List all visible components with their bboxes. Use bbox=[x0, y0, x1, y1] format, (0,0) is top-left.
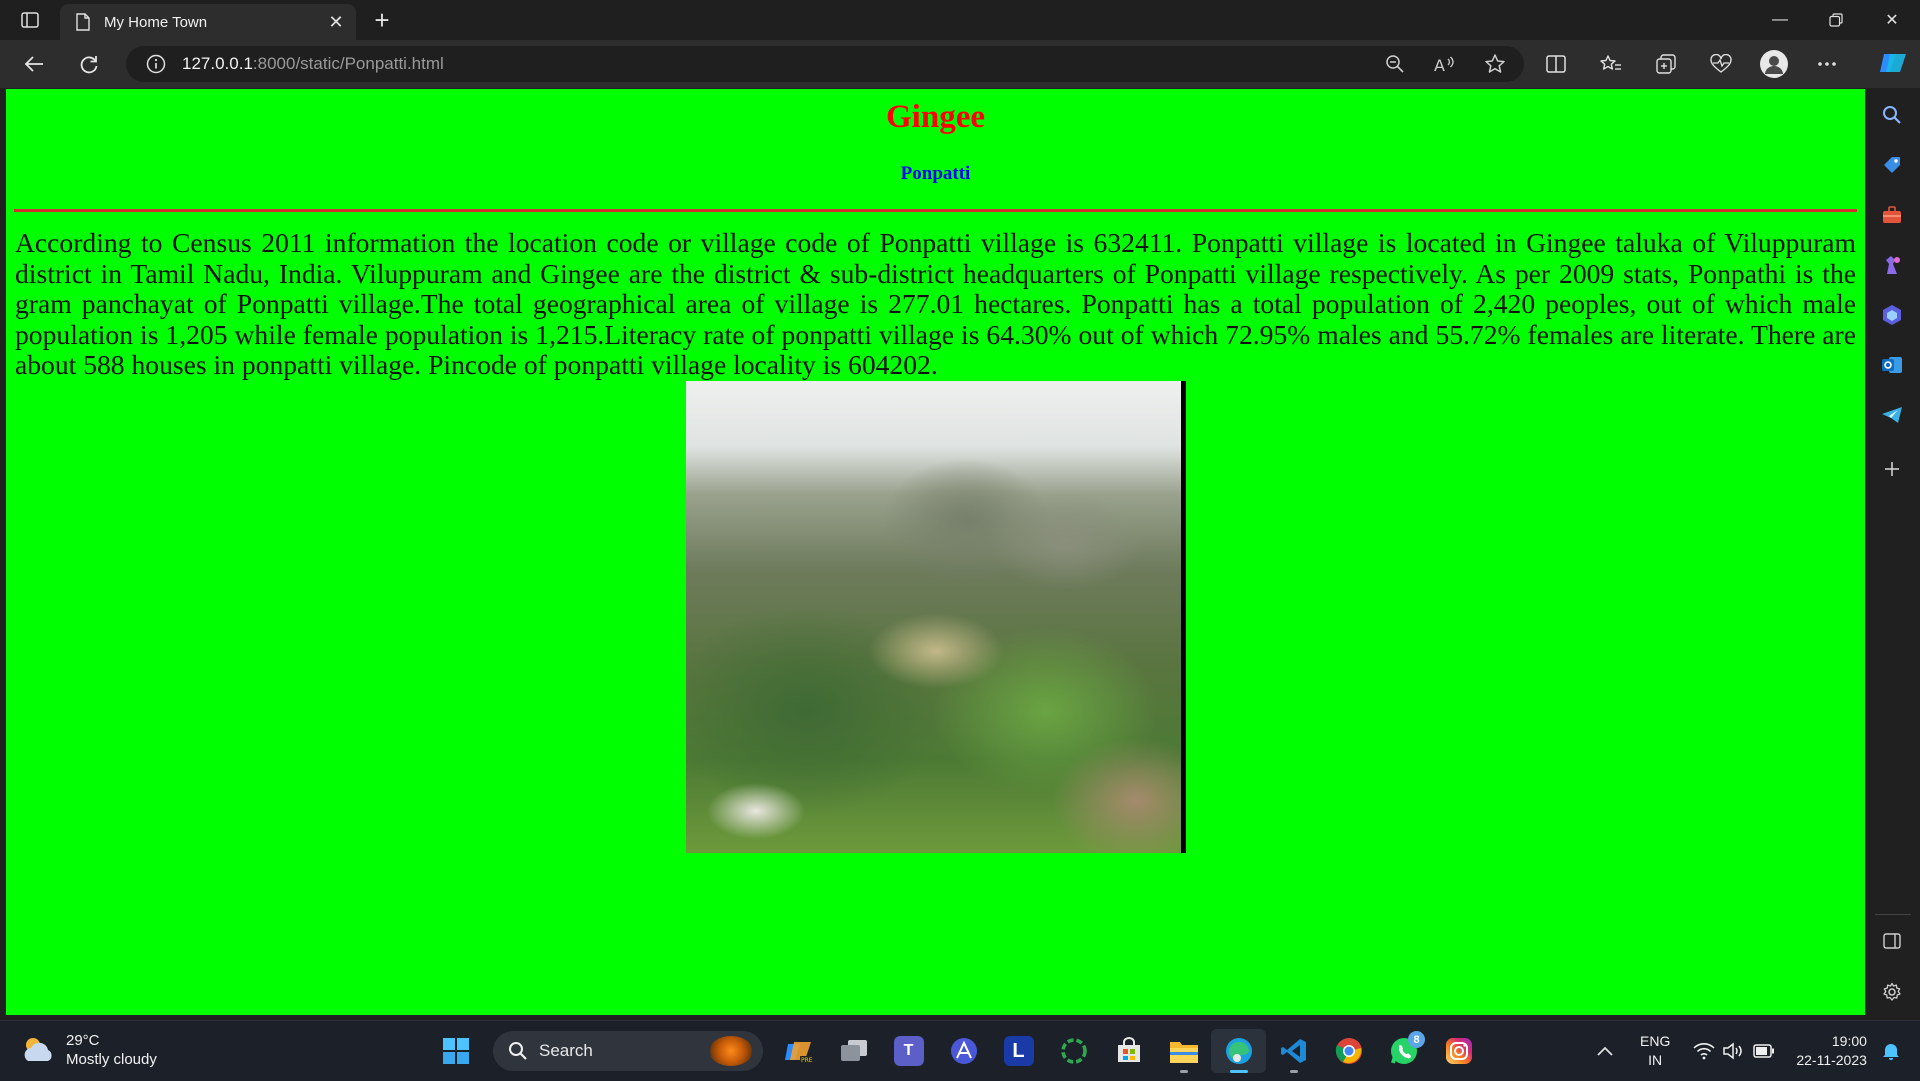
vscode-icon[interactable] bbox=[1266, 1029, 1321, 1073]
close-window-icon[interactable]: ✕ bbox=[1864, 0, 1920, 40]
browser-toolbar: 127.0.0.1:8000/static/Ponpatti.html A bbox=[0, 40, 1920, 88]
cloudy-icon bbox=[20, 1032, 56, 1068]
wifi-icon[interactable] bbox=[1692, 1039, 1716, 1063]
task-view-icon[interactable] bbox=[826, 1029, 881, 1073]
chrome-icon[interactable] bbox=[1321, 1029, 1376, 1073]
url-path: :8000/static/Ponpatti.html bbox=[252, 54, 444, 73]
file-explorer-icon[interactable] bbox=[1156, 1029, 1211, 1073]
edge-sidebar bbox=[1865, 89, 1920, 1015]
split-screen-icon[interactable] bbox=[1540, 48, 1572, 80]
edge-icon[interactable] bbox=[1211, 1029, 1266, 1073]
read-aloud-icon[interactable]: A bbox=[1430, 49, 1460, 79]
system-tray: ENG IN 19:00 22-11-2023 bbox=[1590, 1021, 1903, 1081]
volume-icon[interactable] bbox=[1722, 1039, 1746, 1063]
horizontal-rule bbox=[14, 209, 1857, 212]
refresh-app-icon[interactable] bbox=[1046, 1029, 1101, 1073]
browser-essentials-icon[interactable] bbox=[1705, 48, 1737, 80]
microsoft-365-icon[interactable] bbox=[1877, 300, 1907, 330]
url-host: 127.0.0.1 bbox=[182, 54, 253, 73]
search-icon bbox=[507, 1040, 529, 1062]
notification-badge: 8 bbox=[1408, 1031, 1425, 1048]
new-tab-button[interactable]: + bbox=[366, 5, 398, 35]
tab-my-home-town[interactable]: My Home Town ✕ bbox=[60, 4, 356, 40]
favorite-star-icon[interactable] bbox=[1480, 49, 1510, 79]
weather-temperature: 29°C bbox=[66, 1032, 100, 1049]
village-description: According to Census 2011 information the… bbox=[15, 227, 1856, 381]
more-icon[interactable] bbox=[1811, 48, 1843, 80]
chevron-up-icon[interactable] bbox=[1590, 1036, 1620, 1066]
favorites-icon[interactable] bbox=[1595, 48, 1627, 80]
sidebar-separator bbox=[1875, 914, 1911, 915]
telegram-icon[interactable] bbox=[1877, 400, 1907, 430]
restore-icon[interactable] bbox=[1808, 0, 1864, 40]
title-bar: My Home Town ✕ + — ✕ bbox=[0, 0, 1920, 40]
weather-description: Mostly cloudy bbox=[66, 1051, 157, 1068]
active-indicator bbox=[1229, 1070, 1248, 1073]
search-icon[interactable] bbox=[1877, 100, 1907, 130]
language-code: ENG bbox=[1640, 1033, 1671, 1049]
running-indicator bbox=[1179, 1070, 1188, 1073]
search-label: Search bbox=[539, 1041, 593, 1060]
tab-actions-icon[interactable] bbox=[14, 7, 46, 33]
region-code: IN bbox=[1648, 1052, 1663, 1068]
teams-icon[interactable]: T bbox=[881, 1029, 936, 1073]
shopping-icon[interactable] bbox=[1877, 150, 1907, 180]
clock-time: 19:00 bbox=[1831, 1033, 1867, 1049]
language-indicator[interactable]: ENG IN bbox=[1640, 1032, 1670, 1070]
l-app-icon[interactable]: L bbox=[991, 1029, 1046, 1073]
add-icon[interactable] bbox=[1877, 454, 1907, 484]
info-icon[interactable] bbox=[146, 54, 166, 74]
svg-text:A: A bbox=[1434, 56, 1445, 73]
games-icon[interactable] bbox=[1877, 250, 1907, 280]
copilot-app-icon[interactable]: PRE bbox=[771, 1029, 826, 1073]
microsoft-store-icon[interactable] bbox=[1101, 1029, 1156, 1073]
page-viewport: Gingee Ponpatti According to Census 2011… bbox=[6, 89, 1865, 1015]
instagram-icon[interactable] bbox=[1431, 1029, 1486, 1073]
sidebar-toggle-icon[interactable] bbox=[1877, 926, 1907, 956]
search-highlight-icon bbox=[709, 1036, 753, 1066]
settings-icon[interactable] bbox=[1877, 977, 1907, 1007]
running-indicator bbox=[1289, 1070, 1298, 1073]
taskbar-search[interactable]: Search bbox=[493, 1031, 763, 1071]
altair-icon[interactable] bbox=[936, 1029, 991, 1073]
tools-icon[interactable] bbox=[1877, 200, 1907, 230]
clock[interactable]: 19:00 22-11-2023 bbox=[1796, 1032, 1867, 1070]
tab-title: My Home Town bbox=[104, 13, 208, 31]
window-controls: — ✕ bbox=[1752, 0, 1920, 40]
page-title: Gingee bbox=[886, 99, 985, 135]
clock-date: 22-11-2023 bbox=[1796, 1052, 1867, 1068]
whatsapp-icon[interactable]: 8 bbox=[1376, 1029, 1431, 1073]
start-button[interactable] bbox=[428, 1029, 483, 1073]
notification-bell-icon[interactable] bbox=[1879, 1039, 1903, 1063]
url-text[interactable]: 127.0.0.1:8000/static/Ponpatti.html bbox=[182, 54, 444, 74]
page-subtitle: Ponpatti bbox=[900, 163, 971, 184]
close-tab-icon[interactable]: ✕ bbox=[322, 8, 350, 36]
weather-widget[interactable]: 29°C Mostly cloudy bbox=[20, 1031, 157, 1069]
village-photo bbox=[685, 380, 1186, 853]
profile-icon[interactable] bbox=[1760, 50, 1788, 78]
taskbar: 29°C Mostly cloudy Search PRE T L 8 ENG … bbox=[0, 1020, 1920, 1081]
collections-icon[interactable] bbox=[1650, 48, 1682, 80]
zoom-out-icon[interactable] bbox=[1380, 49, 1410, 79]
address-bar[interactable]: 127.0.0.1:8000/static/Ponpatti.html A bbox=[126, 46, 1524, 82]
copilot-icon[interactable] bbox=[1876, 46, 1910, 80]
refresh-icon[interactable] bbox=[73, 48, 105, 80]
back-icon[interactable] bbox=[18, 48, 50, 80]
battery-icon[interactable] bbox=[1752, 1039, 1776, 1063]
outlook-icon[interactable] bbox=[1877, 350, 1907, 380]
minimize-icon[interactable]: — bbox=[1752, 0, 1808, 40]
page-icon bbox=[74, 12, 92, 32]
svg-text:PRE: PRE bbox=[801, 1057, 813, 1064]
